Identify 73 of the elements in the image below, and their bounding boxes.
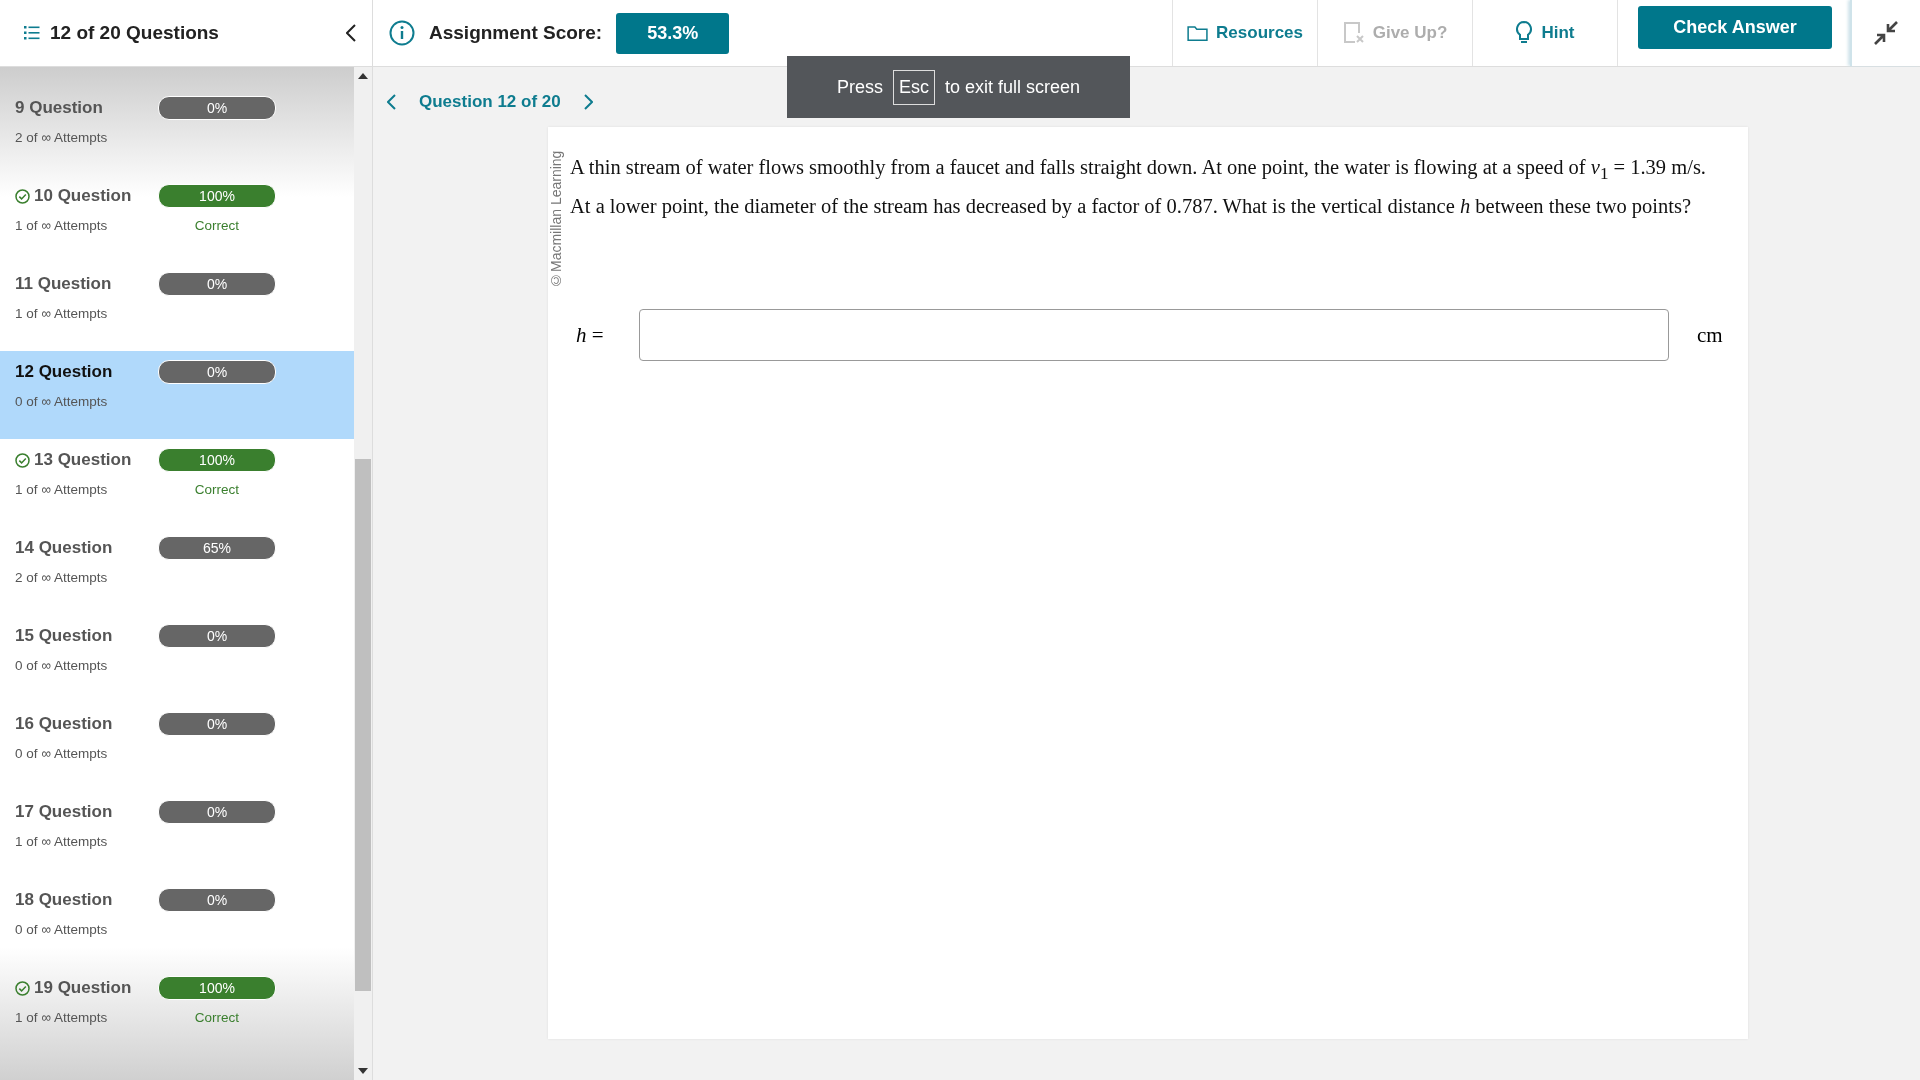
question-list-item[interactable]: 12 Question 0% 0 of ∞ Attempts: [0, 351, 354, 439]
question-list-item[interactable]: 10 Question 100% 1 of ∞ Attempts Correct: [0, 175, 354, 263]
score-bar: 0%: [158, 272, 276, 296]
list-icon: [24, 26, 40, 40]
score-bar: 65%: [158, 536, 276, 560]
info-icon[interactable]: [389, 20, 415, 46]
question-label: 19 Question: [34, 978, 132, 998]
toast-text: to exit full screen: [945, 76, 1081, 98]
attempts-text: 2 of ∞ Attempts: [15, 569, 109, 585]
collapse-chevron-icon[interactable]: [346, 24, 356, 42]
result-text: Correct: [193, 1009, 241, 1025]
attempts-text: 1 of ∞ Attempts: [15, 217, 109, 233]
score-bar: 0%: [158, 96, 276, 120]
copyright-text: ©Macmillan Learning: [548, 151, 564, 291]
result-text: Correct: [193, 217, 241, 233]
attempts-text: 0 of ∞ Attempts: [15, 393, 109, 409]
exit-fullscreen-button[interactable]: [1850, 0, 1920, 66]
attempts-text: 0 of ∞ Attempts: [15, 921, 109, 937]
score-bar: 100%: [158, 976, 276, 1000]
sidebar-title: 12 of 20 Questions: [50, 22, 220, 44]
score-bar: 0%: [158, 712, 276, 736]
toast-text: Press: [836, 76, 883, 98]
question-label: 14 Question: [15, 538, 113, 558]
attempts-text: 0 of ∞ Attempts: [15, 657, 109, 673]
question-label: 10 Question: [34, 186, 132, 206]
resources-button[interactable]: Resources: [1172, 0, 1317, 66]
question-label: 11 Question: [15, 274, 112, 294]
question-text: A thin stream of water flows smoothly from a faucet and falls straight down. At one point, the water is flowing at a speed of v$_{1}$ = 1.39 m/s. At a lower point, the diameter of the stream has decreased by a factor of 0.787. What is the vertical distance h between these two points?: [570, 155, 1707, 220]
question-list-item[interactable]: 11 Question 0% 1 of ∞ Attempts: [0, 263, 354, 351]
question-position[interactable]: Question 12 of 20: [419, 92, 561, 112]
scroll-up-icon[interactable]: [358, 73, 368, 79]
question-label: 17 Question: [15, 802, 113, 822]
question-label: 15 Question: [15, 626, 113, 646]
question-list-item[interactable]: 9 Question 0% 2 of ∞ Attempts: [0, 87, 354, 175]
next-chevron-icon[interactable]: [582, 94, 593, 110]
attempts-text: 1 of ∞ Attempts: [15, 1009, 109, 1025]
hint-button[interactable]: Hint: [1472, 0, 1617, 66]
attempts-text: 1 of ∞ Attempts: [15, 833, 109, 849]
question-list-item[interactable]: 14 Question 65% 2 of ∞ Attempts: [0, 527, 354, 615]
attempts-text: 1 of ∞ Attempts: [15, 481, 109, 497]
page-cross-icon: [1342, 21, 1365, 45]
attempts-text: 2 of ∞ Attempts: [15, 129, 109, 145]
score-bar: 0%: [158, 624, 276, 648]
question-label: 13 Question: [34, 450, 132, 470]
attempts-text: 1 of ∞ Attempts: [15, 305, 109, 321]
attempts-text: 0 of ∞ Attempts: [15, 745, 109, 761]
scrollbar-thumb[interactable]: [355, 459, 371, 991]
lightbulb-icon: [1515, 20, 1534, 46]
question-label: 18 Question: [15, 890, 113, 910]
score-bar: 100%: [158, 184, 276, 208]
question-label: 9 Question: [15, 98, 103, 118]
question-list-item[interactable]: 13 Question 100% 1 of ∞ Attempts Correct: [0, 439, 354, 527]
scroll-down-icon[interactable]: [358, 1068, 368, 1074]
key-label: Esc: [892, 69, 935, 105]
check-answer-button[interactable]: Check Answer: [1638, 6, 1832, 49]
score-bar: 100%: [158, 448, 276, 472]
score-label: Assignment Score:: [429, 22, 603, 44]
score-bar: 0%: [158, 800, 276, 824]
question-list-item[interactable]: 18 Question 0% 0 of ∞ Attempts: [0, 879, 354, 967]
question-label: 16 Question: [15, 714, 113, 734]
previous-chevron-icon[interactable]: [387, 94, 397, 110]
question-list-item[interactable]: 17 Question 0% 1 of ∞ Attempts: [0, 791, 354, 879]
result-text: Correct: [193, 481, 241, 497]
question-label: 12 Question: [15, 362, 113, 382]
score-badge: 53.3%: [616, 12, 730, 54]
answer-field[interactable]: [639, 309, 1669, 362]
question-list-item[interactable]: 16 Question 0% 0 of ∞ Attempts: [0, 703, 354, 791]
answer-label: h =: [576, 322, 605, 348]
score-bar: 0%: [158, 888, 276, 912]
question-list-item[interactable]: 19 Question 100% 1 of ∞ Attempts Correct: [0, 967, 354, 1055]
unit-label: cm: [1697, 322, 1723, 348]
question-list-item[interactable]: 15 Question 0% 0 of ∞ Attempts: [0, 615, 354, 703]
score-bar: 0%: [158, 360, 276, 384]
